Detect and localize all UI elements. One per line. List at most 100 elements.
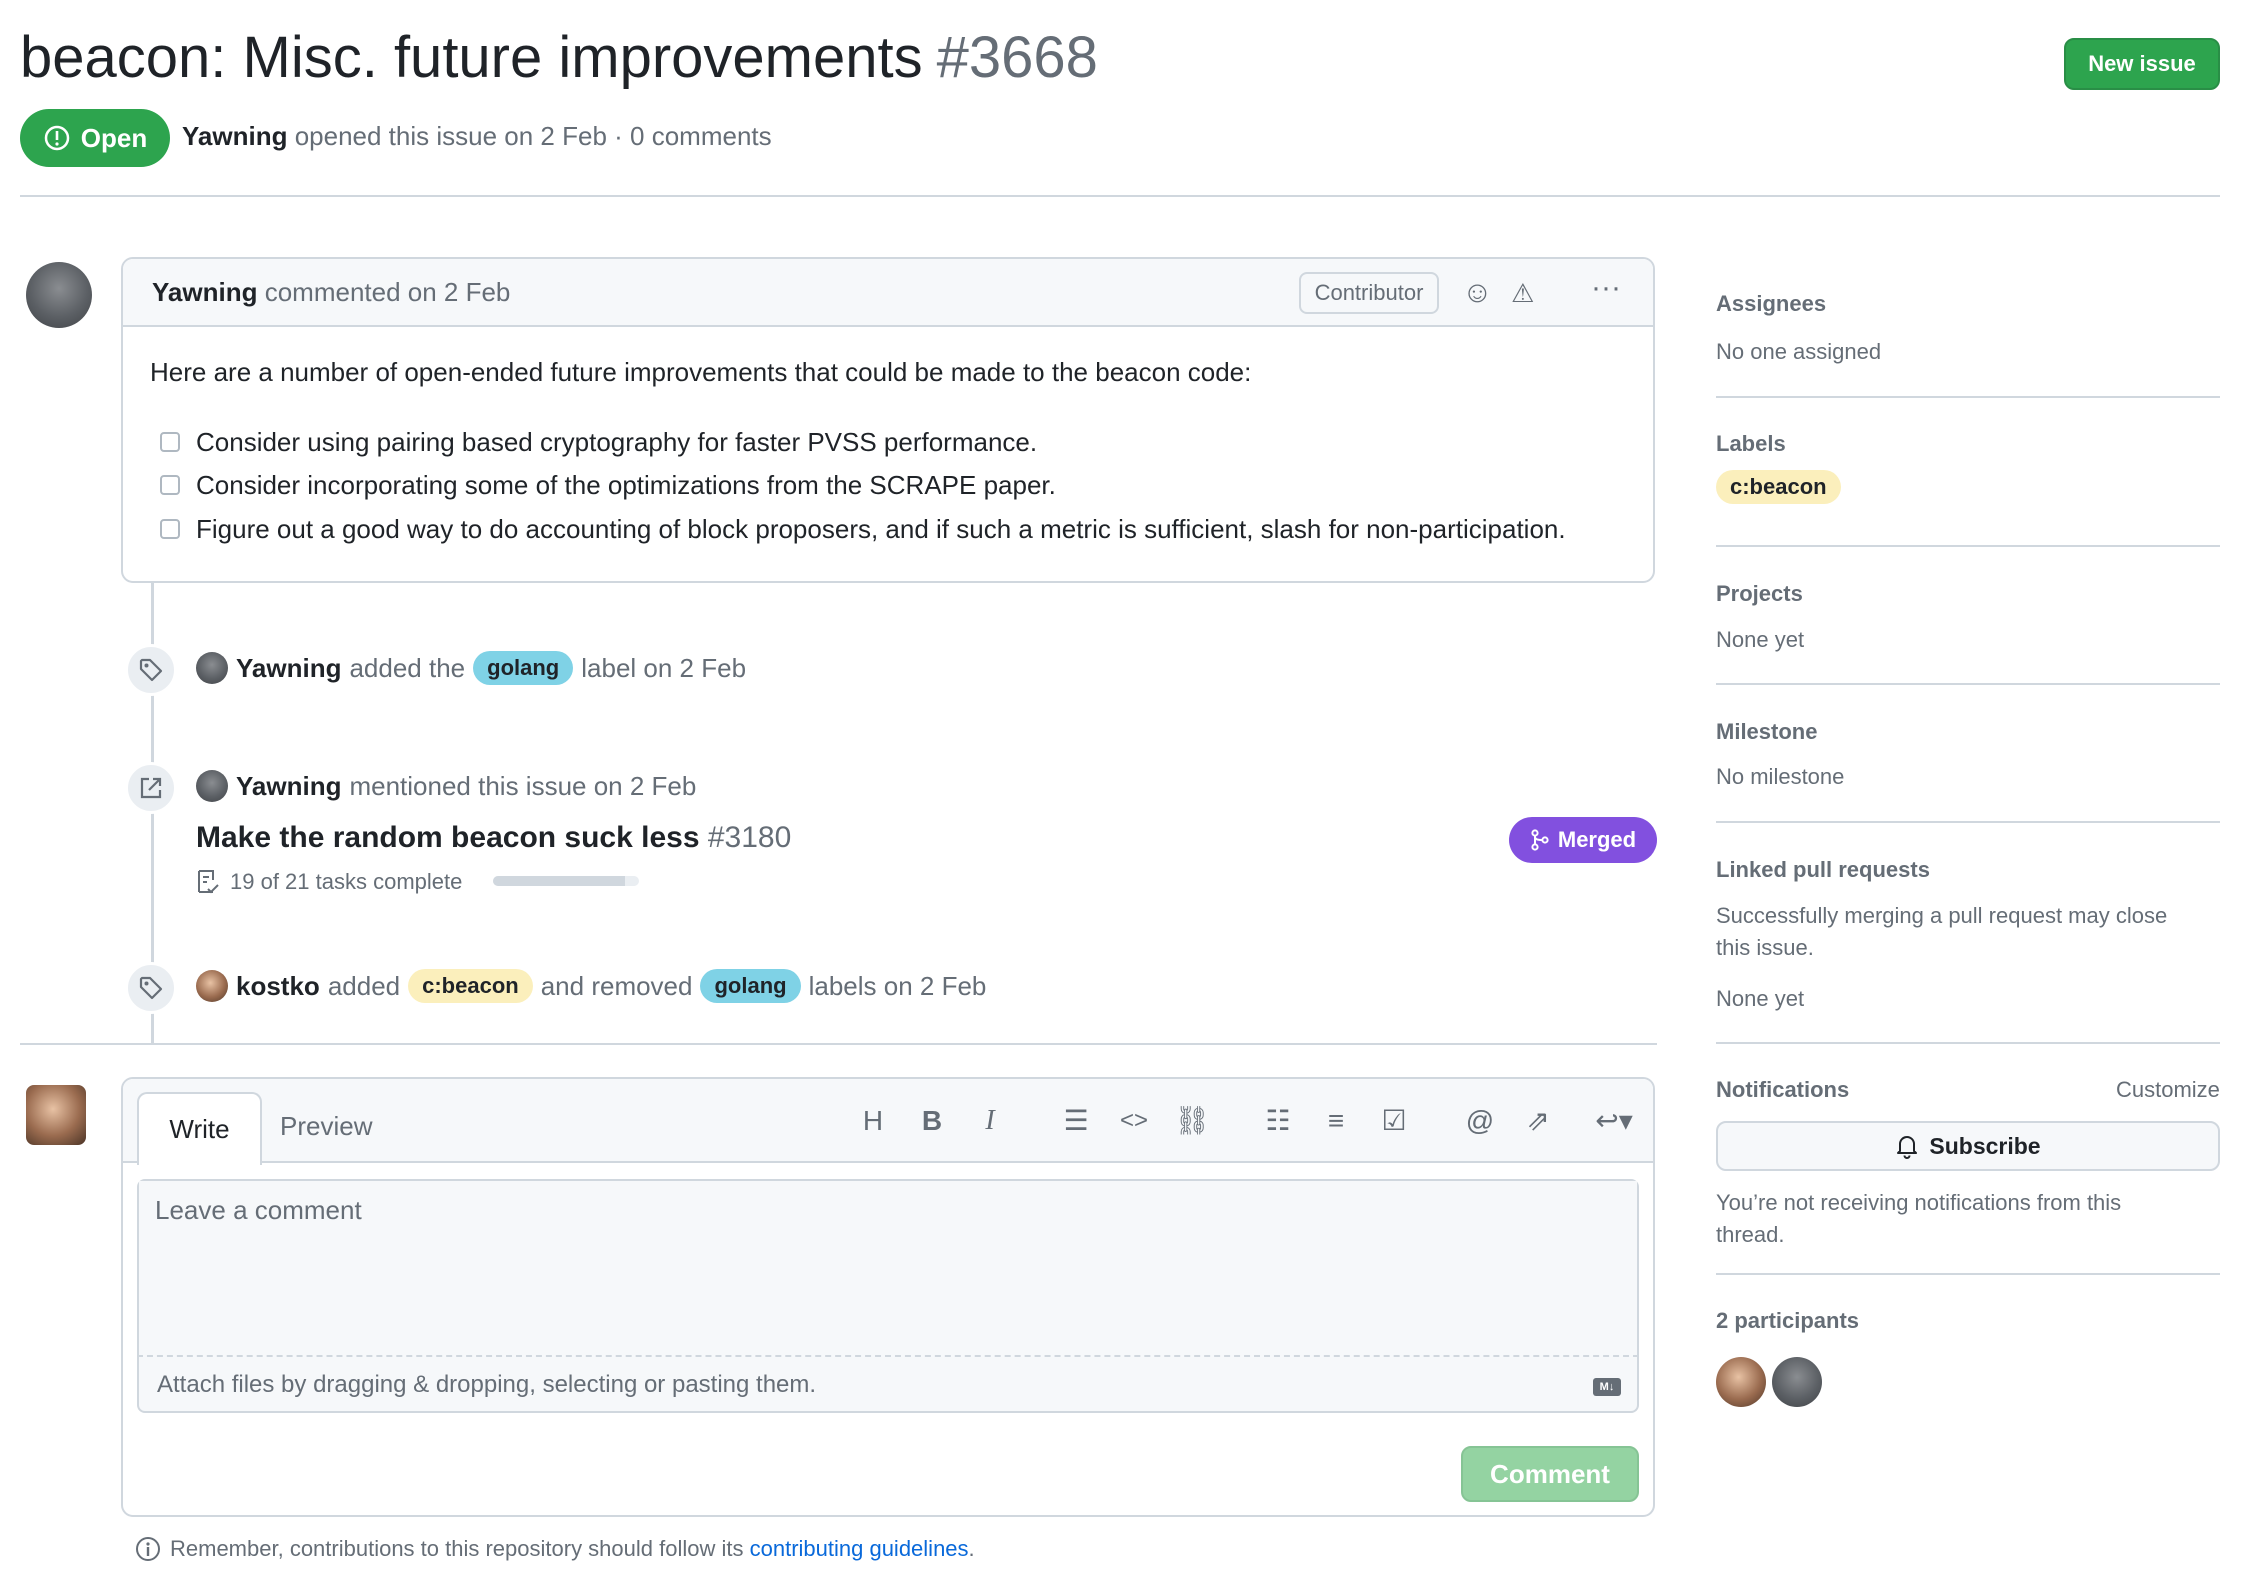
- event-actor-link[interactable]: Yawning: [236, 650, 341, 686]
- sidebar-divider: [1716, 821, 2220, 823]
- timeline-event-labels-changed: kostko added c:beacon and removed golang…: [196, 968, 986, 1004]
- notice-text: Remember, contributions to this reposito…: [170, 1536, 744, 1561]
- timeline-divider: [20, 1043, 1657, 1045]
- label-c-beacon[interactable]: c:beacon: [408, 969, 533, 1003]
- sidebar-divider: [1716, 396, 2220, 398]
- attach-files-text: Attach files by dragging & dropping, sel…: [157, 1371, 817, 1398]
- issue-meta: Yawning opened this issue on 2 Feb · 0 c…: [182, 118, 772, 154]
- sidebar-labels-heading[interactable]: Labels: [1716, 429, 1786, 459]
- bell-icon: [1897, 1136, 1918, 1159]
- subscribe-button[interactable]: Subscribe: [1716, 1121, 2220, 1171]
- sidebar-divider: [1716, 683, 2220, 685]
- issue-open-icon: [44, 125, 70, 151]
- pr-task-progress-text: 19 of 21 tasks complete: [196, 866, 462, 898]
- issue-title: beacon: Misc. future improvements #3668: [20, 22, 1098, 94]
- numbered-list-icon[interactable]: ≡: [1316, 1103, 1356, 1139]
- sidebar-assignees-value: No one assigned: [1716, 339, 1882, 364]
- bold-icon[interactable]: B: [912, 1103, 952, 1139]
- sidebar-milestone-value: No milestone: [1716, 764, 1845, 789]
- linked-pr-title[interactable]: Make the random beacon suck less #3180: [196, 818, 791, 858]
- event-actor-link[interactable]: Yawning: [236, 768, 341, 804]
- sidebar-assignees-heading[interactable]: Assignees: [1716, 289, 1826, 319]
- mention-icon[interactable]: @: [1460, 1103, 1500, 1139]
- italic-icon[interactable]: I: [970, 1103, 1010, 1139]
- comment-header-text: Yawning commented on 2 Feb: [152, 274, 510, 310]
- pr-number[interactable]: #3180: [708, 821, 791, 854]
- tab-preview[interactable]: Preview: [280, 1108, 372, 1144]
- markdown-icon[interactable]: M↓: [1593, 1378, 1621, 1396]
- sidebar-milestone-heading[interactable]: Milestone: [1716, 717, 1817, 747]
- subscribe-label: Subscribe: [1929, 1132, 2041, 1159]
- info-icon: [136, 1537, 160, 1561]
- task-checkbox[interactable]: [160, 519, 180, 539]
- merged-badge: Merged: [1509, 817, 1657, 863]
- issue-state-label: Open: [80, 122, 148, 153]
- comment-submit-button[interactable]: Comment: [1461, 1446, 1639, 1502]
- translate-icon[interactable]: ⚠: [1511, 275, 1534, 311]
- avatar-current-user[interactable]: [26, 1085, 86, 1145]
- avatar-yawning-small[interactable]: [196, 770, 228, 802]
- sidebar-divider: [1716, 1042, 2220, 1044]
- bulleted-list-icon[interactable]: ☷: [1258, 1103, 1298, 1139]
- issue-state-badge: Open: [20, 109, 170, 167]
- sidebar-linked-prs-heading[interactable]: Linked pull requests: [1716, 855, 1930, 885]
- new-issue-button[interactable]: New issue: [2064, 38, 2220, 90]
- task-progress-fill: [493, 876, 626, 886]
- tag-icon: [139, 658, 163, 682]
- cross-reference-icon[interactable]: ⇗: [1518, 1103, 1558, 1139]
- sidebar-participants-heading: 2 participants: [1716, 1308, 1860, 1333]
- participant-avatar-yawning[interactable]: [1772, 1357, 1822, 1407]
- link-icon[interactable]: ⛓: [1172, 1103, 1212, 1139]
- avatar-yawning-small[interactable]: [196, 652, 228, 684]
- pr-title-text[interactable]: Make the random beacon suck less: [196, 821, 700, 854]
- quote-icon[interactable]: ☰: [1056, 1103, 1096, 1139]
- event-text: mentioned this issue on 2 Feb: [349, 771, 697, 801]
- timeline-event-mentioned: Yawning mentioned this issue on 2 Feb: [196, 768, 696, 804]
- issue-author-link[interactable]: Yawning: [182, 121, 287, 151]
- event-actor-link[interactable]: kostko: [236, 968, 320, 1004]
- cross-reference-badge: [125, 762, 177, 814]
- task-list-icon[interactable]: ☑: [1374, 1103, 1414, 1139]
- sidebar-linked-prs-desc: this issue.: [1716, 935, 1814, 960]
- task-item: Figure out a good way to do accounting o…: [160, 511, 1566, 547]
- checklist-icon: [198, 870, 219, 894]
- notifications-desc: thread.: [1716, 1222, 1785, 1247]
- event-text: and removed: [540, 971, 693, 1001]
- task-checkbox[interactable]: [160, 432, 180, 452]
- task-text: Consider using pairing based cryptograph…: [196, 427, 1038, 457]
- task-text: Consider incorporating some of the optim…: [196, 470, 1056, 500]
- sidebar-divider: [1716, 545, 2220, 547]
- header-divider: [20, 195, 2220, 197]
- contributing-notice: Remember, contributions to this reposito…: [134, 1533, 975, 1565]
- comment-author-link[interactable]: Yawning: [152, 277, 257, 307]
- tab-write[interactable]: Write: [137, 1092, 262, 1165]
- label-event-badge: [125, 644, 177, 696]
- sidebar-projects-heading[interactable]: Projects: [1716, 579, 1803, 609]
- merge-icon: [1531, 829, 1549, 851]
- heading-icon[interactable]: H: [853, 1103, 893, 1139]
- reply-dropdown-icon[interactable]: ↩▾: [1584, 1103, 1644, 1139]
- notifications-customize-link[interactable]: Customize: [2116, 1075, 2220, 1105]
- contributing-guidelines-link[interactable]: contributing guidelines: [750, 1536, 969, 1561]
- task-checkbox[interactable]: [160, 475, 180, 495]
- label-event-badge: [125, 962, 177, 1014]
- label-golang[interactable]: golang: [473, 651, 574, 685]
- participant-avatar-kostko[interactable]: [1716, 1357, 1766, 1407]
- sidebar-label-c-beacon[interactable]: c:beacon: [1716, 470, 1841, 504]
- comment-meta[interactable]: commented on 2 Feb: [265, 277, 511, 307]
- label-golang[interactable]: golang: [700, 969, 801, 1003]
- comment-body: Here are a number of open-ended future i…: [150, 357, 1252, 387]
- avatar-kostko-small[interactable]: [196, 970, 228, 1002]
- sidebar-linked-prs-desc: Successfully merging a pull request may …: [1716, 903, 2168, 928]
- task-progress-bar: [493, 876, 639, 886]
- add-reaction-icon[interactable]: ☺: [1462, 275, 1493, 311]
- comment-textarea[interactable]: [139, 1181, 1637, 1355]
- code-icon[interactable]: <>: [1114, 1103, 1154, 1139]
- notice-end: .: [968, 1536, 975, 1561]
- avatar-yawning[interactable]: [26, 262, 92, 328]
- issue-number: #3668: [936, 25, 1098, 90]
- more-options-icon[interactable]: ···: [1591, 270, 1621, 306]
- notifications-desc: You’re not receiving notifications from …: [1716, 1190, 2122, 1215]
- contributor-badge: Contributor: [1299, 272, 1439, 314]
- merged-label: Merged: [1557, 827, 1637, 852]
